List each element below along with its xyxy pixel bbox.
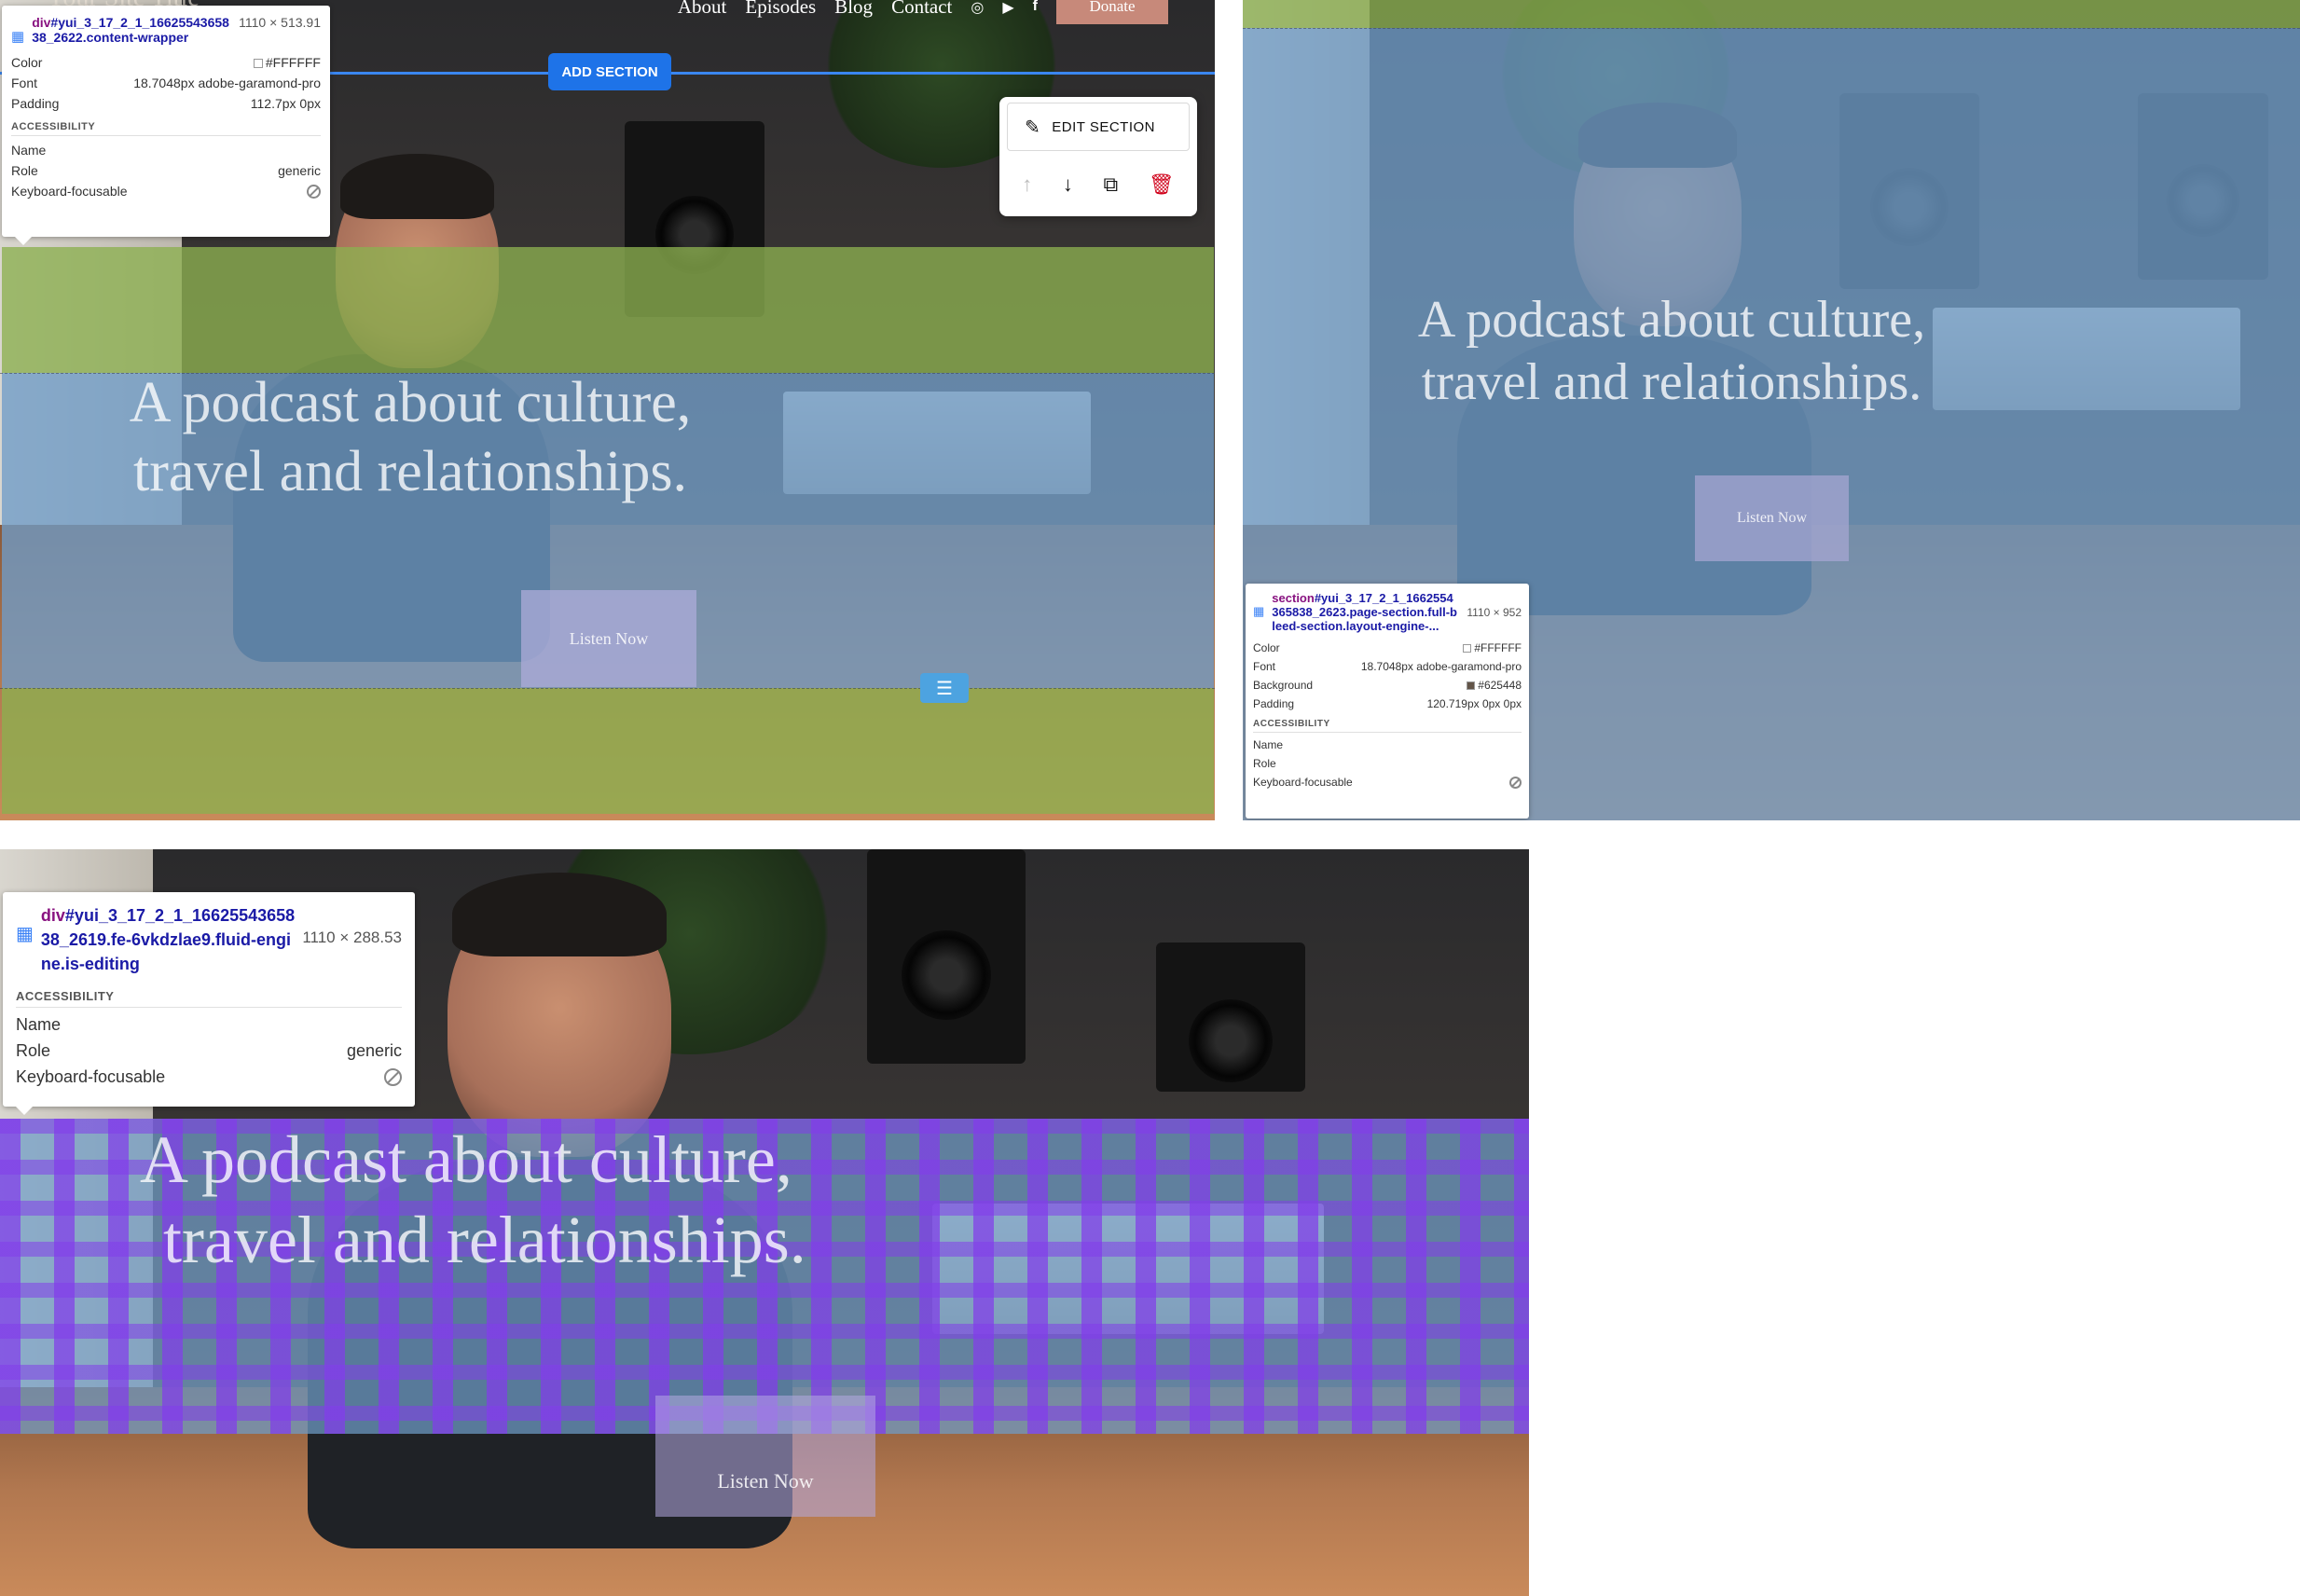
name-label: Name — [16, 1015, 62, 1034]
color-value: #FFFFFF — [265, 55, 321, 70]
donate-button[interactable]: Donate — [1056, 0, 1168, 24]
element-dimensions: 1110 × 952 — [1467, 606, 1522, 619]
nav-link-contact[interactable]: Contact — [891, 0, 952, 19]
devtools-inspect-tooltip: ▦ div#yui_3_17_2_1_1662554365838_2619.fe… — [3, 892, 415, 1115]
element-selector: div#yui_3_17_2_1_1662554365838_2622.cont… — [32, 15, 229, 45]
padding-label: Padding — [11, 96, 60, 111]
element-selector: section#yui_3_17_2_1_1662554365838_2623.… — [1272, 591, 1457, 633]
color-label: Color — [11, 55, 43, 70]
section-padding-overlay — [1243, 0, 2300, 28]
background-value: #625448 — [1478, 679, 1522, 692]
youtube-icon[interactable]: ▶ — [1002, 0, 1013, 16]
nav-link-about[interactable]: About — [678, 0, 727, 19]
not-focusable-icon — [1509, 776, 1522, 789]
accessibility-heading: ACCESSIBILITY — [11, 121, 321, 136]
element-selector: div#yui_3_17_2_1_1662554365838_2619.fe-6… — [40, 906, 296, 973]
edit-section-label: EDIT SECTION — [1052, 118, 1156, 135]
editor-view-content-wrapper: Your Site Title About Episodes Blog Cont… — [0, 0, 1215, 820]
font-value: 18.7048px adobe-garamond-pro — [133, 76, 321, 90]
devtools-inspect-tooltip: ▦ section#yui_3_17_2_1_1662554365838_262… — [1246, 584, 1529, 819]
role-label: Role — [1253, 757, 1276, 770]
padding-overlay-bottom — [2, 688, 1214, 814]
keyboard-focusable-label: Keyboard-focusable — [1253, 776, 1353, 789]
grid-layout-icon: ▦ — [16, 924, 34, 944]
hero-heading-line1: A podcast about culture, — [1417, 291, 1926, 349]
font-label: Font — [1253, 660, 1276, 673]
section-edit-panel: ✎ EDIT SECTION ↑ ↓ ⧉ 🗑 — [999, 97, 1197, 216]
element-dimensions: 1110 × 288.53 — [302, 929, 402, 946]
accessibility-heading: ACCESSIBILITY — [1253, 719, 1522, 733]
hero-heading: A podcast about culture, travel and rela… — [37, 368, 783, 507]
background-label: Background — [1253, 679, 1314, 692]
listen-now-button[interactable]: Listen Now — [1695, 475, 1849, 561]
hero-heading-line2: travel and relationships. — [163, 1203, 806, 1278]
keyboard-focusable-label: Keyboard-focusable — [11, 184, 128, 199]
fluid-engine-toggle-icon[interactable]: ☰ — [920, 673, 969, 703]
delete-icon[interactable]: 🗑 — [1149, 172, 1175, 197]
role-label: Role — [11, 163, 38, 178]
listen-now-button[interactable]: Listen Now — [655, 1396, 875, 1517]
hero-heading: A podcast about culture, travel and rela… — [103, 1120, 998, 1281]
grid-layout-icon: ▦ — [1253, 604, 1265, 618]
font-value: 18.7048px adobe-garamond-pro — [1360, 660, 1522, 673]
instagram-icon[interactable]: ◎ — [971, 0, 984, 16]
padding-value: 120.719px 0px 0px — [1426, 697, 1522, 710]
font-label: Font — [11, 76, 38, 90]
duplicate-icon[interactable]: ⧉ — [1103, 172, 1118, 197]
pencil-icon: ✎ — [1025, 117, 1041, 138]
name-label: Name — [11, 143, 47, 158]
move-up-icon[interactable]: ↑ — [1022, 172, 1032, 197]
role-label: Role — [16, 1041, 51, 1060]
hero-heading-line2: travel and relationships. — [133, 440, 687, 504]
padding-value: 112.7px 0px — [250, 96, 321, 111]
not-focusable-icon — [307, 184, 321, 199]
add-section-button[interactable]: ADD SECTION — [548, 53, 671, 90]
hero-heading-line1: A podcast about culture, — [140, 1122, 792, 1197]
color-value: #FFFFFF — [1474, 641, 1522, 654]
not-focusable-icon — [384, 1067, 402, 1086]
hero-heading: A podcast about culture, travel and rela… — [1299, 289, 2045, 414]
nav-link-episodes[interactable]: Episodes — [745, 0, 816, 19]
devtools-inspect-tooltip: ▦ div#yui_3_17_2_1_1662554365838_2622.co… — [2, 6, 330, 245]
hero-heading-line2: travel and relationships. — [1421, 353, 1922, 412]
color-label: Color — [1253, 641, 1280, 654]
role-value: generic — [346, 1041, 402, 1060]
element-dimensions: 1110 × 513.91 — [239, 15, 321, 30]
listen-now-button[interactable]: Listen Now — [521, 590, 696, 687]
padding-overlay-top — [2, 247, 1214, 373]
grid-layout-icon: ▦ — [11, 29, 25, 45]
editor-view-fluid-engine: A podcast about culture, travel and rela… — [0, 849, 1529, 1596]
editor-view-page-section: A podcast about culture, travel and rela… — [1243, 0, 2300, 820]
hero-heading-line1: A podcast about culture, — [129, 371, 692, 434]
top-navigation: About Episodes Blog Contact ◎ ▶ f Donate — [678, 0, 1168, 24]
accessibility-heading: ACCESSIBILITY — [16, 989, 402, 1008]
nav-link-blog[interactable]: Blog — [834, 0, 873, 19]
move-down-icon[interactable]: ↓ — [1063, 172, 1073, 197]
padding-label: Padding — [1253, 697, 1295, 710]
role-value: generic — [278, 163, 321, 178]
name-label: Name — [1253, 738, 1284, 751]
keyboard-focusable-label: Keyboard-focusable — [16, 1067, 166, 1086]
edit-section-button[interactable]: ✎ EDIT SECTION — [1007, 103, 1190, 151]
facebook-icon[interactable]: f — [1033, 0, 1038, 15]
